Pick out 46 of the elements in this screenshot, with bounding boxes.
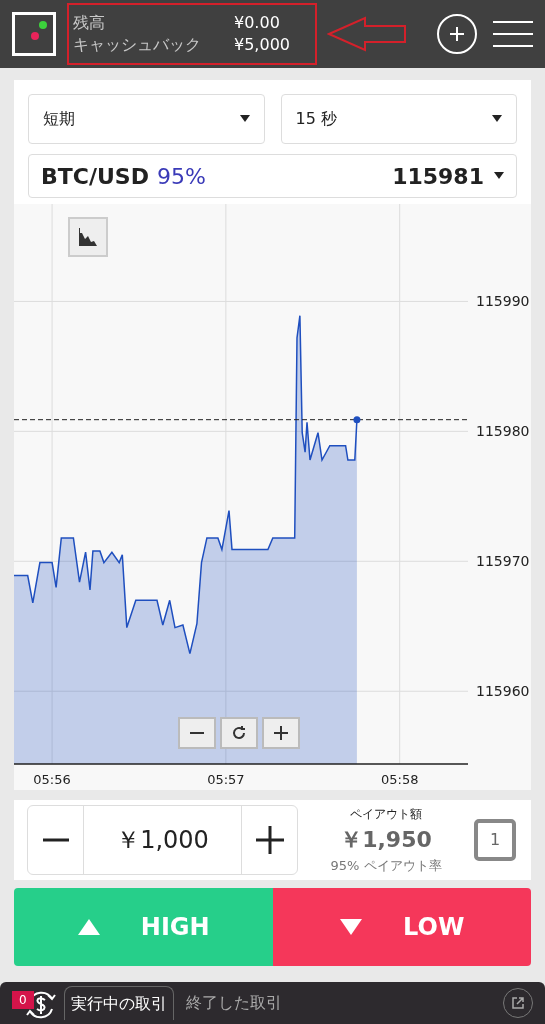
x-axis-label: 05:57: [207, 772, 245, 787]
menu-button[interactable]: [493, 18, 533, 50]
add-button[interactable]: [437, 14, 477, 54]
down-triangle-icon: [339, 918, 364, 936]
y-axis-label: 115980: [476, 423, 530, 440]
asset-dropdown[interactable]: BTC/USD 95% 115981: [28, 154, 517, 198]
minus-icon: [189, 732, 205, 734]
up-triangle-icon: [76, 918, 101, 936]
current-price-dot: [353, 416, 361, 424]
y-axis-label: 115990: [476, 293, 530, 310]
external-link-icon: [511, 996, 525, 1010]
balance-value: ¥0.00: [234, 12, 281, 34]
payout-label: ペイアウト額: [350, 805, 422, 823]
plus-icon: [255, 826, 284, 854]
plus-icon: [273, 725, 289, 741]
x-axis-label: 05:58: [380, 772, 419, 787]
low-button[interactable]: LOW: [272, 888, 531, 966]
duration-dropdown[interactable]: 15 秒: [280, 94, 517, 144]
cashback-label: キャッシュバック: [73, 34, 202, 56]
zoom-out-button[interactable]: [178, 717, 216, 749]
balance-label: 残高: [73, 12, 106, 34]
payout-rate: 95% ペイアウト率: [330, 856, 442, 875]
caret-icon: [239, 115, 250, 123]
caret-icon: [494, 172, 504, 180]
payout-value: ￥1,950: [340, 825, 432, 854]
minus-icon: [42, 838, 69, 842]
plus-icon: [450, 27, 464, 41]
dollar-cycle-icon: [26, 989, 56, 1021]
chart-type-button[interactable]: [68, 217, 108, 257]
caret-icon: [492, 115, 502, 123]
zoom-in-button[interactable]: [262, 717, 300, 749]
logo-icon: [12, 12, 56, 56]
trades-tab[interactable]: 実行中の取引: [64, 986, 174, 1020]
y-axis-label: 115960: [476, 683, 530, 700]
option-type-dropdown[interactable]: 短期: [28, 94, 265, 144]
amount-field[interactable]: ￥1,000: [84, 806, 241, 874]
refresh-icon: [231, 725, 247, 741]
count-badge: 0: [12, 991, 34, 1009]
reset-zoom-button[interactable]: [220, 717, 258, 749]
cashback-value: ¥5,000: [234, 34, 291, 56]
area-chart-icon: [78, 227, 98, 247]
trades-tab[interactable]: 終了した取引: [180, 986, 288, 1020]
menu-icon: [493, 20, 533, 48]
trade-count-button[interactable]: 1: [474, 819, 516, 861]
x-axis-label: 05:56: [33, 772, 71, 787]
y-axis-label: 115970: [476, 553, 530, 570]
